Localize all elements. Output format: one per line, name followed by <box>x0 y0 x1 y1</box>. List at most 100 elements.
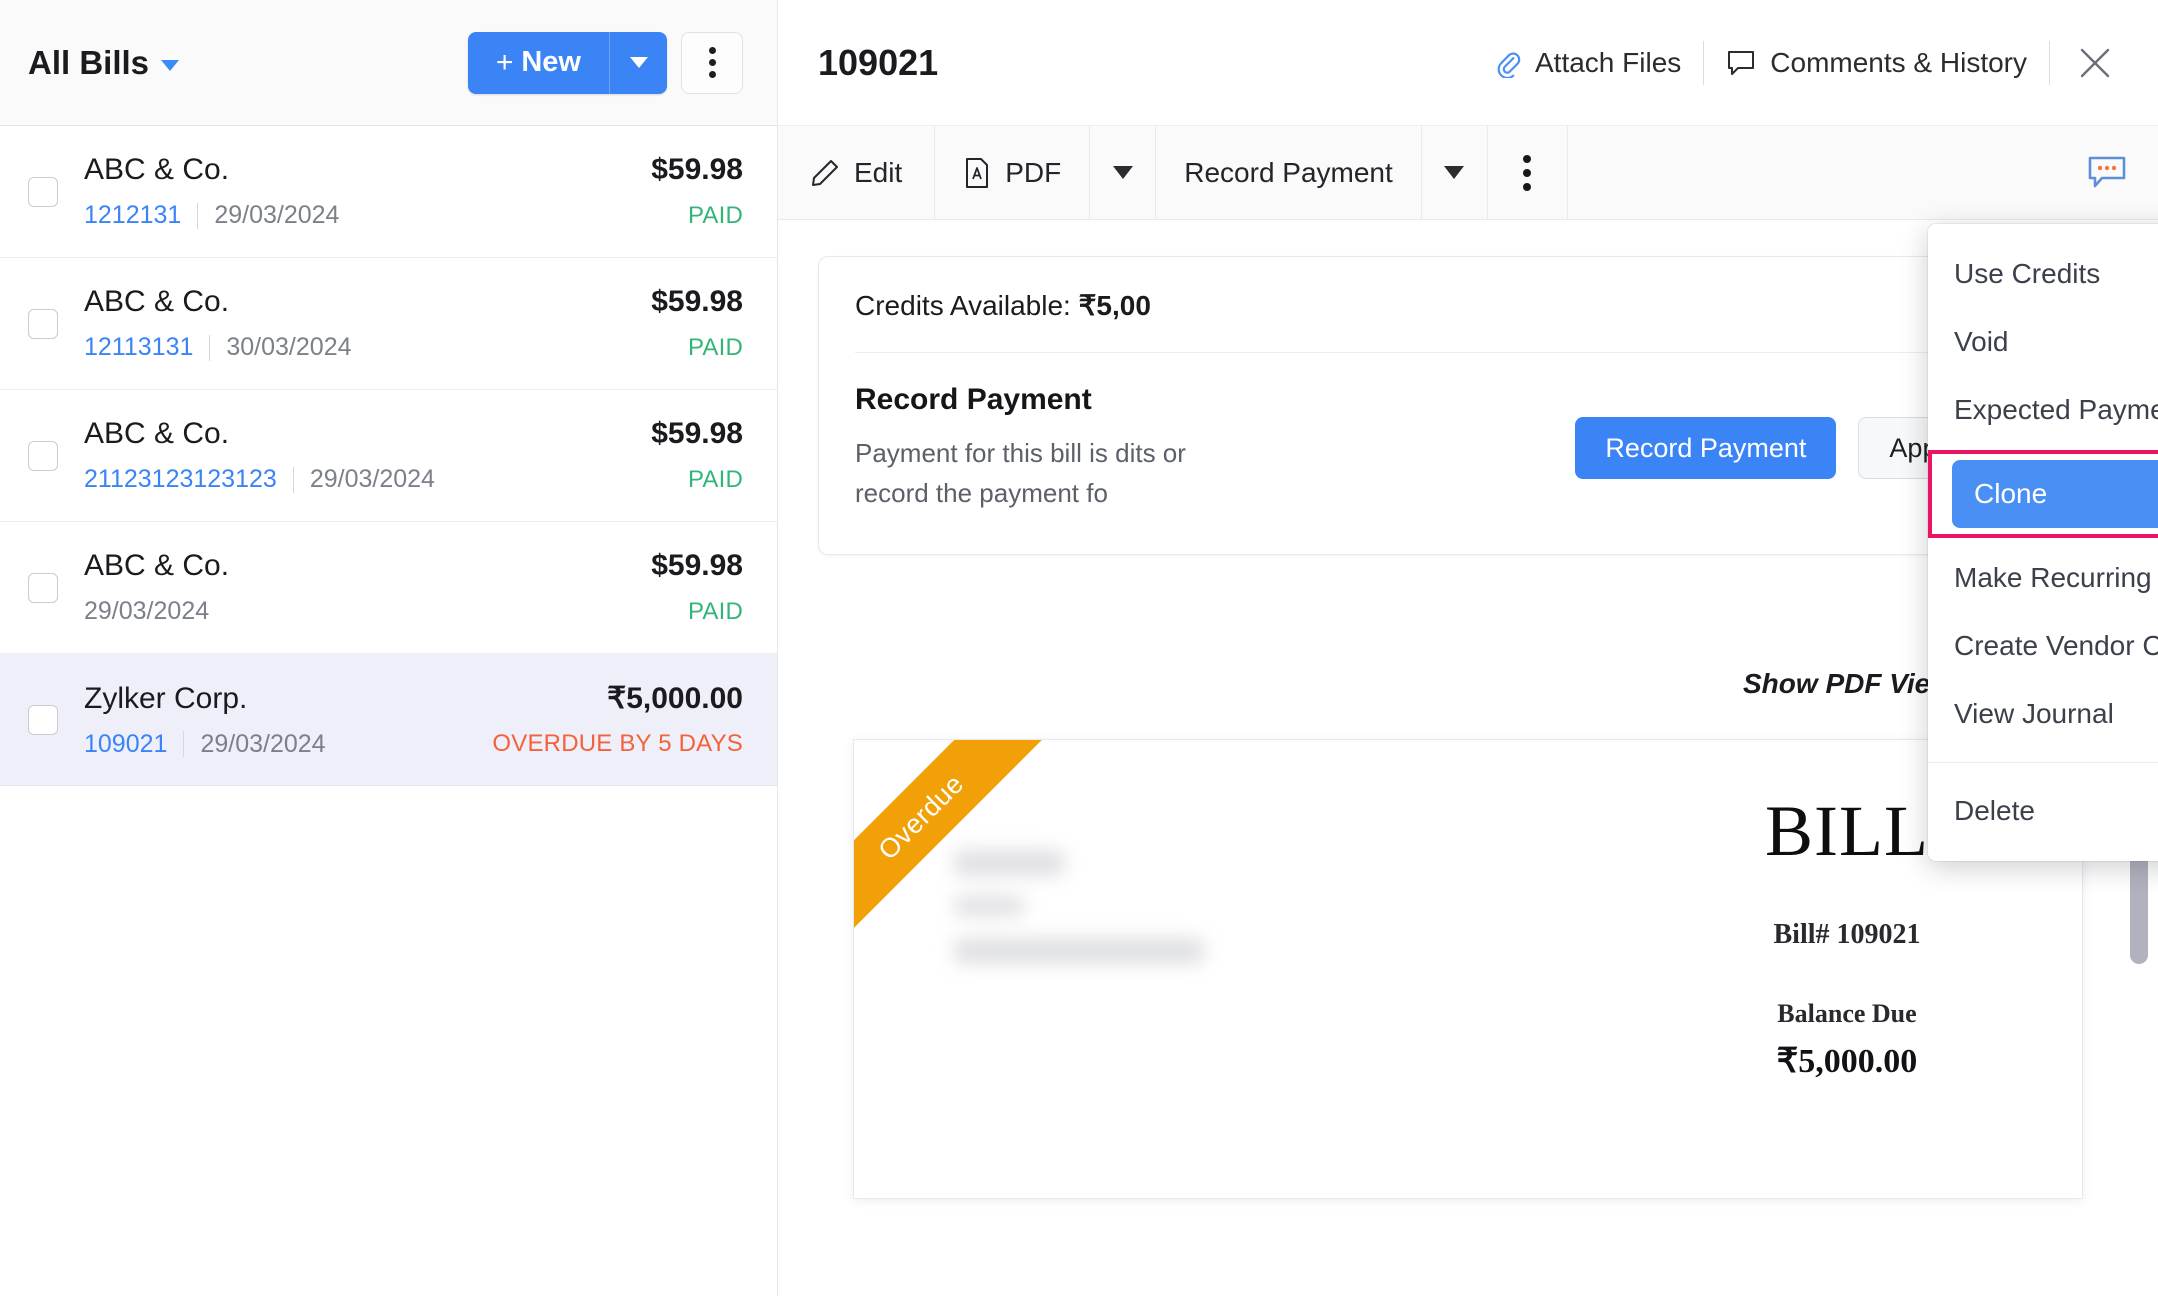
bill-number[interactable]: 1212131 <box>84 201 181 230</box>
bill-date: 29/03/2024 <box>200 729 326 758</box>
table-row[interactable]: ABC & Co. $59.98 29/03/2024 PAID <box>0 522 777 654</box>
vendor-name: ABC & Co. <box>84 285 230 318</box>
menu-item-view-journal[interactable]: View Journal <box>1928 680 2158 748</box>
new-button-dropdown[interactable] <box>609 31 667 94</box>
vendor-name: ABC & Co. <box>84 153 230 186</box>
row-secondary: 1212131 29/03/2024 PAID <box>84 201 743 230</box>
menu-item-use-credits[interactable]: Use Credits <box>1928 240 2158 308</box>
dot-icon <box>708 47 716 54</box>
edit-label: Edit <box>854 156 903 188</box>
pdf-balance-due-label: Balance Due <box>1777 998 1917 1028</box>
menu-item-expected-payment-date[interactable]: Expected Payment Date <box>1928 376 2158 444</box>
show-pdf-view-row: Show PDF View <box>818 664 2118 703</box>
bill-amount: $59.98 <box>651 417 743 450</box>
pdf-button[interactable]: PDF <box>935 126 1089 219</box>
row-checkbox[interactable] <box>28 704 58 735</box>
bill-date: 29/03/2024 <box>309 465 435 493</box>
bill-number[interactable]: 109021 <box>84 730 167 759</box>
bill-detail-pane: 109021 Attach Files Comments & History E… <box>778 0 2158 1296</box>
pdf-label: PDF <box>1005 156 1062 188</box>
edit-button[interactable]: Edit <box>778 126 936 219</box>
divider <box>209 334 211 361</box>
close-button[interactable] <box>2050 44 2128 82</box>
list-header-actions: + New <box>467 31 743 94</box>
row-primary: ABC & Co. $59.98 <box>84 285 743 319</box>
description-line-1: Payment for this bill is <box>855 438 1108 468</box>
comment-bubble-icon[interactable] <box>2086 154 2128 192</box>
row-checkbox[interactable] <box>28 308 58 339</box>
credits-available-value: ₹5,00 <box>1078 290 1151 321</box>
status-badge: PAID <box>687 333 743 361</box>
show-pdf-view-label: Show PDF View <box>1743 667 1952 699</box>
vendor-name: Zylker Corp. <box>84 681 248 715</box>
record-payment-button-group: Record Payment <box>1156 126 1488 219</box>
record-payment-card-description: Payment for this bill is dits or record … <box>855 433 1545 514</box>
dot-icon <box>708 71 716 78</box>
pencil-icon <box>810 158 840 188</box>
plus-icon: + <box>495 45 514 79</box>
row-meta: 29/03/2024 <box>84 597 209 626</box>
table-row[interactable]: ABC & Co. $59.98 21123123123123 29/03/20… <box>0 390 777 522</box>
new-button[interactable]: + New <box>467 31 609 94</box>
row-checkbox[interactable] <box>28 176 58 207</box>
row-primary: ABC & Co. $59.98 <box>84 153 743 187</box>
row-content: ABC & Co. $59.98 21123123123123 29/03/20… <box>84 417 743 494</box>
bills-list-pane: All Bills + New ABC & Co. $59.98 1212131… <box>0 0 778 1296</box>
row-content: Zylker Corp. ₹5,000.00 109021 29/03/2024… <box>84 681 743 759</box>
list-more-options-button[interactable] <box>681 31 743 94</box>
comments-history-button[interactable]: Comments & History <box>1704 47 2049 79</box>
menu-item-create-vendor-credits[interactable]: Create Vendor Credits <box>1928 612 2158 680</box>
divider <box>1928 762 2158 763</box>
bill-amount: $59.98 <box>651 549 743 582</box>
dot-icon <box>1523 168 1532 177</box>
bill-number[interactable]: 12113131 <box>84 333 193 362</box>
pdf-preview: Overdue BILL Bill# 109021 Balance Due ₹5… <box>853 738 2083 1199</box>
chevron-down-icon <box>629 57 648 68</box>
record-payment-button[interactable]: Record Payment <box>1575 417 1837 480</box>
menu-item-void[interactable]: Void <box>1928 308 2158 376</box>
description-tail: dits or <box>1115 438 1186 468</box>
toolbar-right-actions <box>2086 126 2158 219</box>
row-content: ABC & Co. $59.98 1212131 29/03/2024 PAID <box>84 153 743 230</box>
bill-date: 29/03/2024 <box>84 597 210 625</box>
record-payment-dropdown-menu: Use CreditsVoidExpected Payment Date Clon… <box>1928 224 2158 861</box>
row-secondary: 12113131 30/03/2024 PAID <box>84 333 743 362</box>
menu-item-delete[interactable]: Delete <box>1928 777 2158 845</box>
detail-toolbar: Edit PDF Record Payment <box>778 126 2158 220</box>
row-content: ABC & Co. $59.98 29/03/2024 PAID <box>84 549 743 626</box>
record-payment-dropdown-button[interactable] <box>1420 126 1487 219</box>
pdf-dropdown-button[interactable] <box>1089 126 1155 219</box>
row-checkbox[interactable] <box>28 440 58 471</box>
row-primary: Zylker Corp. ₹5,000.00 <box>84 681 743 716</box>
divider <box>197 202 199 229</box>
row-primary: ABC & Co. $59.98 <box>84 417 743 451</box>
new-button-group: + New <box>467 31 667 94</box>
bill-date: 30/03/2024 <box>226 333 352 361</box>
status-badge: PAID <box>687 201 743 229</box>
view-selector-label: All Bills <box>28 43 150 81</box>
record-payment-card-text: Record Payment Payment for this bill is … <box>855 383 1545 514</box>
table-row[interactable]: ABC & Co. $59.98 1212131 29/03/2024 PAID <box>0 126 777 258</box>
row-meta: 21123123123123 29/03/2024 <box>84 465 435 494</box>
bill-amount: $59.98 <box>651 285 743 318</box>
chevron-down-icon <box>1112 166 1133 179</box>
attach-files-button[interactable]: Attach Files <box>1473 47 1703 79</box>
row-checkbox[interactable] <box>28 572 58 603</box>
menu-item-clone[interactable]: Clone <box>1952 460 2158 528</box>
view-selector[interactable]: All Bills <box>28 43 180 82</box>
pdf-file-icon <box>963 157 991 189</box>
bill-date: 29/03/2024 <box>214 201 340 229</box>
bill-number[interactable]: 21123123123123 <box>84 465 277 494</box>
bills-list-header: All Bills + New <box>0 0 777 126</box>
vendor-name: ABC & Co. <box>84 549 230 582</box>
table-row[interactable]: Zylker Corp. ₹5,000.00 109021 29/03/2024… <box>0 654 777 786</box>
comments-history-label: Comments & History <box>1770 46 2027 78</box>
close-icon <box>2076 44 2114 82</box>
detail-more-options-button[interactable] <box>1488 126 1568 219</box>
status-badge: PAID <box>687 465 743 493</box>
menu-item-make-recurring[interactable]: Make Recurring <box>1928 544 2158 612</box>
detail-header-actions: Attach Files Comments & History <box>1473 40 2128 85</box>
pdf-bill-number: Bill# 109021 <box>1773 918 1921 950</box>
record-payment-toolbar-button[interactable]: Record Payment <box>1156 126 1421 219</box>
table-row[interactable]: ABC & Co. $59.98 12113131 30/03/2024 PAI… <box>0 258 777 390</box>
